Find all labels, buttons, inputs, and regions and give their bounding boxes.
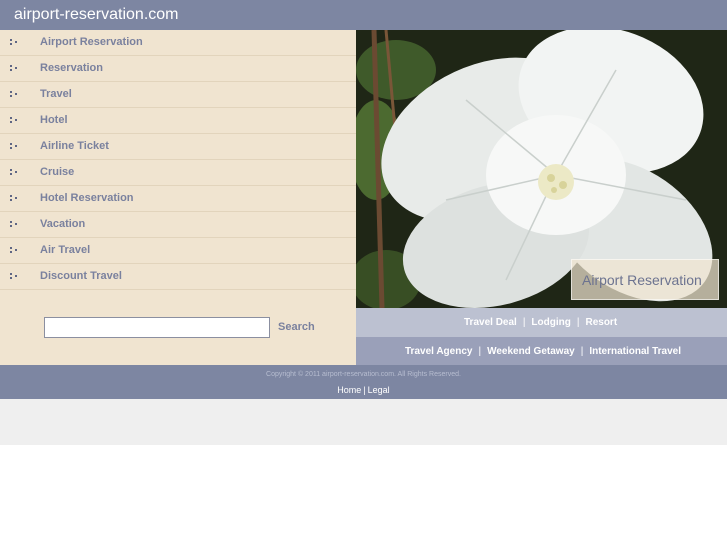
site-footer: Copyright © 2011 airport-reservation.com…: [0, 365, 727, 399]
link-separator: |: [478, 346, 482, 357]
bottom-band: [0, 399, 727, 445]
bullet-icon: [10, 273, 19, 280]
nav-label: Airline Ticket: [40, 140, 109, 152]
link-resort[interactable]: Resort: [585, 317, 617, 328]
copyright-text: Copyright © 2011 airport-reservation.com…: [266, 371, 461, 378]
nav-label: Air Travel: [40, 244, 91, 256]
nav-item-discount-travel[interactable]: Discount Travel: [0, 264, 356, 290]
bullet-icon: [10, 221, 19, 228]
nav-label: Reservation: [40, 62, 103, 74]
hero-image: Airport Reservation: [356, 30, 727, 308]
footer-link-home[interactable]: Home: [337, 385, 361, 395]
link-travel-deal[interactable]: Travel Deal: [464, 317, 517, 328]
link-separator: |: [580, 346, 584, 357]
bullet-icon: [10, 39, 19, 46]
nav-label: Airport Reservation: [40, 36, 143, 48]
site-header: airport-reservation.com: [0, 0, 727, 30]
nav-item-vacation[interactable]: Vacation: [0, 212, 356, 238]
link-lodging[interactable]: Lodging: [531, 317, 570, 328]
bullet-icon: [10, 91, 19, 98]
link-international-travel[interactable]: International Travel: [589, 346, 681, 357]
search-button[interactable]: Search: [278, 321, 315, 333]
bullet-icon: [10, 65, 19, 72]
nav-list: Airport Reservation Reservation Travel H…: [0, 30, 356, 290]
bullet-icon: [10, 143, 19, 150]
bullet-icon: [10, 247, 19, 254]
footer-links: Home | Legal: [0, 385, 727, 395]
links-bar-secondary: Travel Agency | Weekend Getaway | Internatio…: [356, 337, 727, 365]
nav-label: Discount Travel: [40, 270, 122, 282]
nav-label: Hotel Reservation: [40, 192, 134, 204]
nav-label: Vacation: [40, 218, 86, 230]
nav-item-reservation[interactable]: Reservation: [0, 56, 356, 82]
site-title[interactable]: airport-reservation.com: [14, 6, 179, 24]
nav-item-cruise[interactable]: Cruise: [0, 160, 356, 186]
footer-link-legal[interactable]: Legal: [368, 385, 390, 395]
link-separator: |: [576, 317, 580, 328]
nav-item-airport-reservation[interactable]: Airport Reservation: [0, 30, 356, 56]
search-input[interactable]: [44, 317, 270, 338]
links-row-secondary: Travel Agency | Weekend Getaway | Internatio…: [405, 346, 681, 357]
bullet-icon: [10, 195, 19, 202]
link-separator: |: [522, 317, 526, 328]
link-weekend-getaway[interactable]: Weekend Getaway: [487, 346, 575, 357]
hero-caption: Airport Reservation: [571, 259, 719, 300]
nav-item-hotel-reservation[interactable]: Hotel Reservation: [0, 186, 356, 212]
link-travel-agency[interactable]: Travel Agency: [405, 346, 472, 357]
bullet-icon: [10, 117, 19, 124]
nav-item-hotel[interactable]: Hotel: [0, 108, 356, 134]
nav-item-airline-ticket[interactable]: Airline Ticket: [0, 134, 356, 160]
nav-label: Travel: [40, 88, 72, 100]
nav-item-air-travel[interactable]: Air Travel: [0, 238, 356, 264]
sidebar: Airport Reservation Reservation Travel H…: [0, 30, 356, 365]
links-bar-primary: Travel Deal | Lodging | Resort: [356, 308, 727, 337]
links-row-primary: Travel Deal | Lodging | Resort: [464, 317, 617, 328]
nav-label: Cruise: [40, 166, 75, 178]
nav-item-travel[interactable]: Travel: [0, 82, 356, 108]
bullet-icon: [10, 169, 19, 176]
hero-caption-text: Airport Reservation: [582, 272, 702, 288]
nav-label: Hotel: [40, 114, 68, 126]
